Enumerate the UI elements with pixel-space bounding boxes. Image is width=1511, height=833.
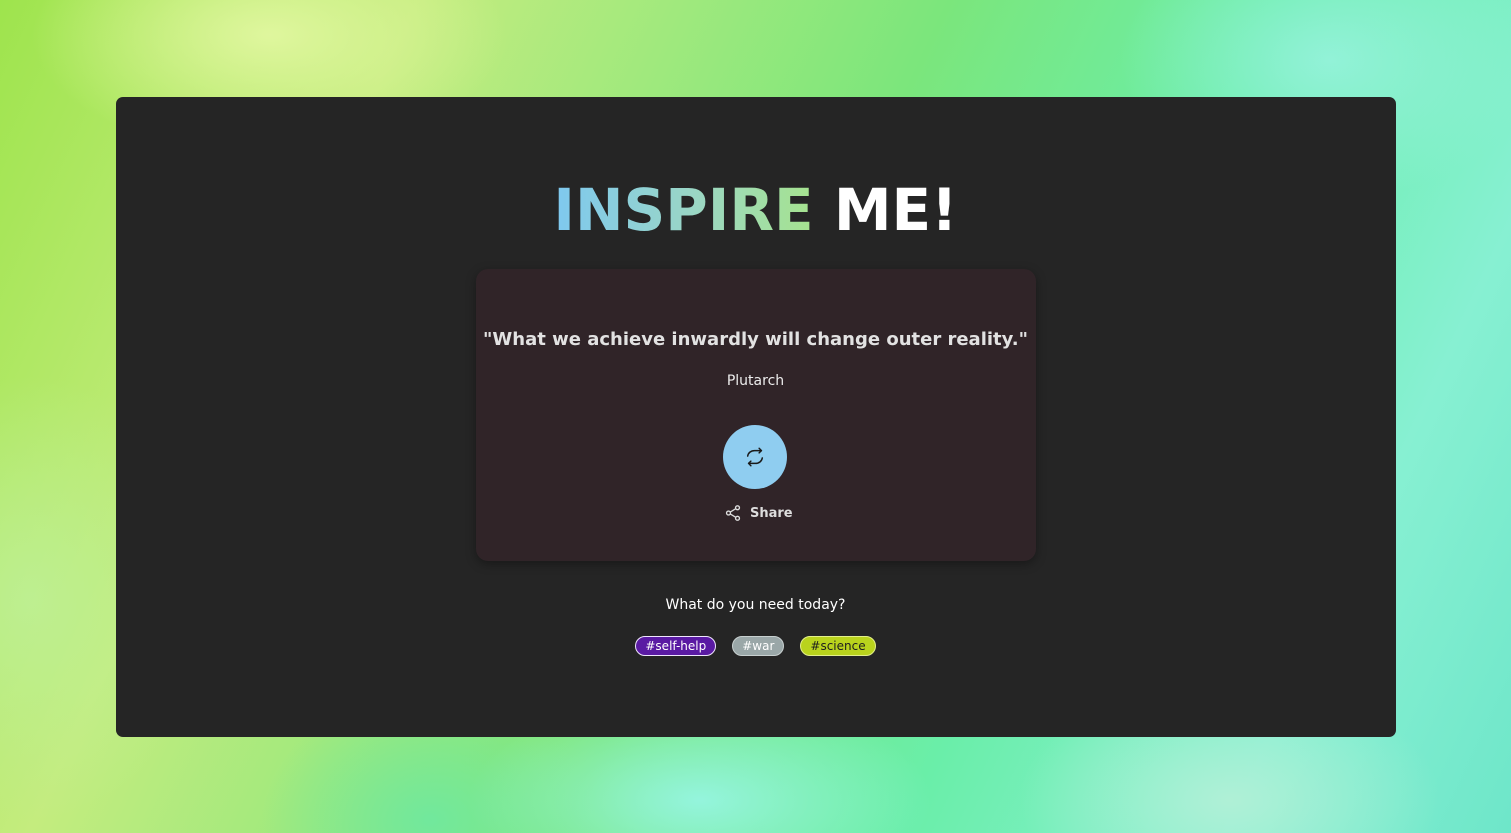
quote-text: "What we achieve inwardly will change ou…	[483, 329, 1028, 350]
share-label: Share	[750, 505, 793, 521]
tag-science[interactable]: #science	[800, 636, 876, 656]
tag-self-help[interactable]: #self-help	[635, 636, 717, 656]
title-me: ME!	[833, 176, 958, 244]
prompt-question: What do you need today?	[665, 597, 846, 613]
title-inspire: INSPIRE	[553, 176, 814, 244]
tag-list: #self-help #war #science	[0, 636, 1511, 656]
new-quote-button[interactable]	[723, 425, 787, 489]
share-button[interactable]: Share	[724, 503, 793, 523]
app-title: INSPIRE ME!	[0, 174, 1511, 246]
share-icon	[725, 505, 741, 521]
refresh-icon	[746, 447, 764, 467]
quote-author: Plutarch	[726, 373, 785, 389]
tag-war[interactable]: #war	[732, 636, 785, 656]
